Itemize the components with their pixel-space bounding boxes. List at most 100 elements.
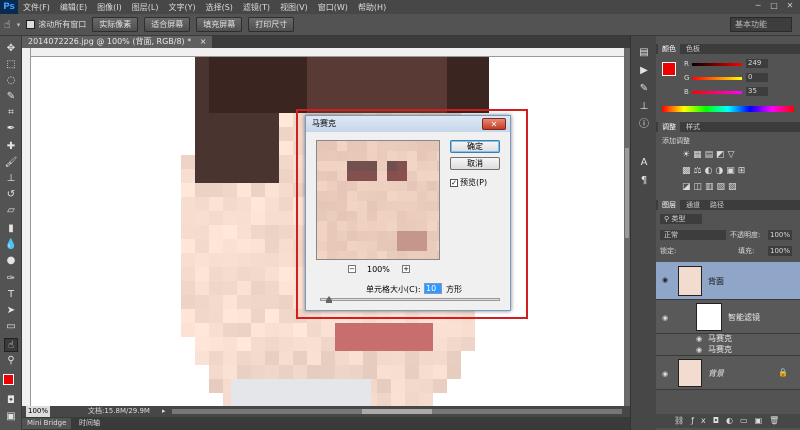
adjustment-icons-row-1[interactable]: ☀▦▤◩▽ [682, 150, 782, 160]
menu-file[interactable]: 文件(F) [18, 2, 55, 13]
filter-name[interactable]: 马赛克 [708, 345, 732, 355]
brush-panel-icon[interactable]: ✎ [637, 82, 651, 96]
menu-filter[interactable]: 滤镜(T) [238, 2, 275, 13]
menu-type[interactable]: 文字(Y) [163, 2, 200, 13]
hand-tool-icon[interactable]: ☝ [4, 338, 18, 352]
cancel-button[interactable]: 取消 [450, 157, 500, 170]
info-panel-icon[interactable]: ⓘ [637, 118, 651, 132]
b-slider[interactable] [692, 91, 742, 94]
menu-window[interactable]: 窗口(W) [313, 2, 353, 13]
dodge-tool-icon[interactable]: ● [4, 254, 18, 268]
eyedropper-tool-icon[interactable]: ✒ [4, 122, 18, 136]
layer-row-smart-filters[interactable]: ◉ 智能滤镜 [656, 300, 800, 334]
pen-tool-icon[interactable]: ✑ [4, 272, 18, 286]
layer-row-background[interactable]: ◉ 背景 🔒 [656, 356, 800, 390]
brush-tool-icon[interactable]: 🖌 [4, 156, 18, 170]
blur-tool-icon[interactable]: 💧 [4, 238, 18, 252]
eye-icon[interactable]: ◉ [696, 335, 704, 343]
eye-icon[interactable]: ◉ [696, 346, 704, 354]
opacity-input[interactable]: 100% [768, 230, 792, 240]
layer-row-filter[interactable]: ◉ 马赛克 [656, 334, 800, 344]
blend-mode-select[interactable]: 正常 [660, 230, 726, 240]
eye-icon[interactable]: ◉ [662, 370, 670, 378]
lasso-tool-icon[interactable]: ◌ [4, 74, 18, 88]
layer-kind-filter[interactable]: ⚲ 类型 [660, 214, 702, 224]
close-icon[interactable]: ✕ [784, 1, 796, 12]
move-tool-icon[interactable]: ✥ [4, 42, 18, 56]
tab-color[interactable]: 颜色 [658, 44, 680, 54]
scrollbar-thumb[interactable] [362, 409, 432, 414]
scroll-all-windows-checkbox[interactable]: 滚动所有窗口 [26, 19, 86, 30]
adjustment-icons-row-3[interactable]: ◪◫▥▧▨ [682, 182, 782, 192]
tab-swatches[interactable]: 色板 [682, 44, 704, 54]
menu-edit[interactable]: 编辑(E) [55, 2, 92, 13]
ok-button[interactable]: 确定 [450, 140, 500, 153]
tab-adjustments[interactable]: 调整 [658, 122, 680, 132]
check-icon[interactable]: ✓ [450, 178, 458, 187]
type-tool-icon[interactable]: T [4, 288, 18, 302]
zoom-out-button[interactable]: − [348, 265, 356, 273]
checkbox-box[interactable] [26, 20, 36, 29]
menu-help[interactable]: 帮助(H) [353, 2, 391, 13]
filter-name[interactable]: 马赛克 [708, 334, 732, 344]
fit-screen-button[interactable]: 适合屏幕 [144, 17, 191, 32]
cell-size-slider[interactable] [320, 298, 500, 301]
menu-layer[interactable]: 图层(L) [127, 2, 164, 13]
close-icon[interactable]: × [200, 37, 207, 46]
character-panel-icon[interactable]: A [637, 156, 651, 170]
tab-paths[interactable]: 路径 [706, 200, 728, 210]
r-value[interactable]: 249 [746, 59, 768, 68]
zoom-in-button[interactable]: + [402, 265, 410, 273]
r-slider[interactable] [692, 63, 742, 66]
clone-stamp-tool-icon[interactable]: ⊥ [4, 172, 18, 186]
actual-pixels-button[interactable]: 实际像素 [92, 17, 139, 32]
layer-name[interactable]: 背面 [708, 276, 724, 287]
crop-tool-icon[interactable]: ⌗ [4, 106, 18, 120]
print-size-button[interactable]: 打印尺寸 [248, 17, 295, 32]
color-panel-foreground[interactable] [662, 62, 676, 76]
menu-view[interactable]: 视图(V) [275, 2, 313, 13]
preview-window[interactable] [316, 140, 440, 260]
quick-select-tool-icon[interactable]: ✎ [4, 90, 18, 104]
history-panel-icon[interactable]: ▤ [637, 46, 651, 60]
history-brush-tool-icon[interactable]: ↺ [4, 188, 18, 202]
maximize-icon[interactable]: □ [768, 1, 780, 12]
marquee-tool-icon[interactable]: ⬚ [4, 58, 18, 72]
quick-mask-icon[interactable]: ◘ [4, 394, 18, 408]
eye-icon[interactable]: ◉ [662, 276, 670, 284]
fill-screen-button[interactable]: 填充屏幕 [196, 17, 243, 32]
clone-panel-icon[interactable]: ⊥ [637, 100, 651, 114]
b-value[interactable]: 35 [746, 87, 768, 96]
eye-icon[interactable]: ◉ [662, 314, 670, 322]
zoom-level[interactable]: 100% [26, 406, 50, 417]
color-spectrum[interactable] [662, 106, 794, 112]
adjustment-icons-row-2[interactable]: ▩⚖◐◑▣⊞ [682, 166, 782, 176]
zoom-tool-icon[interactable]: ⚲ [4, 354, 18, 368]
preview-checkbox[interactable]: ✓ 预览(P) [450, 177, 487, 188]
gradient-tool-icon[interactable]: ▮ [4, 222, 18, 236]
chevron-down-icon[interactable]: ▾ [17, 21, 21, 29]
g-slider[interactable] [692, 77, 742, 80]
eraser-tool-icon[interactable]: ▱ [4, 204, 18, 218]
tab-timeline[interactable]: 时间轴 [74, 418, 105, 429]
scrollbar-thumb[interactable] [625, 148, 629, 238]
layer-row-smart-object[interactable]: ◉ 背面 [656, 262, 800, 300]
shape-tool-icon[interactable]: ▭ [4, 320, 18, 334]
tab-layers[interactable]: 图层 [658, 200, 680, 210]
status-arrow-icon[interactable]: ▸ [162, 406, 166, 417]
fill-input[interactable]: 100% [768, 246, 792, 256]
g-value[interactable]: 0 [746, 73, 768, 82]
layer-name[interactable]: 背景 [708, 368, 724, 379]
layer-row-filter[interactable]: ◉ 马赛克 [656, 344, 800, 356]
minimize-icon[interactable]: ─ [752, 1, 764, 12]
horizontal-scrollbar[interactable] [172, 409, 622, 414]
layer-name[interactable]: 智能滤镜 [728, 312, 760, 323]
paragraph-panel-icon[interactable]: ¶ [637, 174, 651, 188]
tab-styles[interactable]: 样式 [682, 122, 704, 132]
menu-select[interactable]: 选择(S) [201, 2, 238, 13]
close-icon[interactable]: ✕ [482, 118, 506, 130]
cell-size-input[interactable]: 10 [424, 283, 442, 294]
screen-mode-icon[interactable]: ▣ [4, 410, 18, 424]
document-tab[interactable]: 2014072226.jpg @ 100% (背面, RGB/8) * × [22, 36, 213, 48]
menu-image[interactable]: 图像(I) [92, 2, 127, 13]
